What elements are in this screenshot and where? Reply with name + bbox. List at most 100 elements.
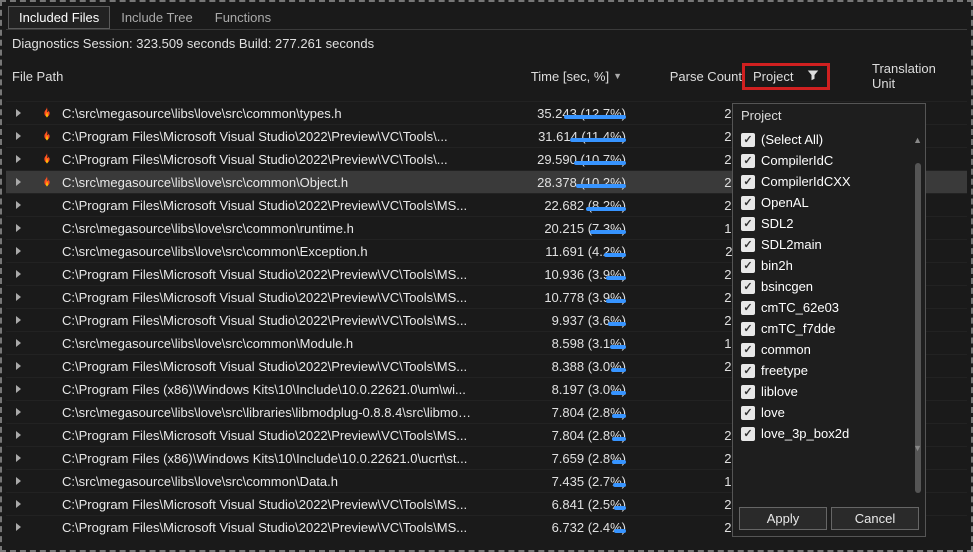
filter-item[interactable]: ✓love_3p_box2d: [739, 423, 919, 444]
tab-included-files[interactable]: Included Files: [8, 6, 110, 29]
file-path: C:\Program Files\Microsoft Visual Studio…: [62, 290, 476, 305]
sort-desc-icon: ▼: [613, 71, 622, 81]
filter-item[interactable]: ✓ CompilerIdC: [739, 150, 919, 171]
filter-item-label: bin2h: [761, 258, 793, 273]
checkbox-icon[interactable]: ✓: [741, 175, 755, 189]
checkbox-icon[interactable]: ✓: [741, 133, 755, 147]
flame-icon: [40, 106, 62, 120]
filter-item[interactable]: ✓ SDL2main: [739, 234, 919, 255]
expand-icon[interactable]: [16, 155, 40, 163]
expand-icon[interactable]: [16, 500, 40, 508]
header-project[interactable]: Project: [742, 61, 872, 91]
file-path: C:\Program Files\Microsoft Visual Studio…: [62, 198, 476, 213]
filter-item[interactable]: ✓ bin2h: [739, 255, 919, 276]
filter-item[interactable]: ✓cmTC_62e03: [739, 297, 919, 318]
header-translation-unit[interactable]: Translation Unit: [872, 61, 961, 91]
time-cell: 10.778 (3.9%): [476, 290, 656, 305]
expand-icon[interactable]: [16, 224, 40, 232]
expand-icon[interactable]: [16, 339, 40, 347]
expand-icon[interactable]: [16, 523, 40, 531]
expand-icon[interactable]: [16, 201, 40, 209]
cancel-button[interactable]: Cancel: [831, 507, 919, 530]
tab-include-tree[interactable]: Include Tree: [110, 6, 204, 29]
checkbox-icon[interactable]: ✓: [741, 259, 755, 273]
checkbox-icon[interactable]: ✓: [741, 217, 755, 231]
time-cell: 9.937 (3.6%): [476, 313, 656, 328]
expand-icon[interactable]: [16, 431, 40, 439]
expand-icon[interactable]: [16, 247, 40, 255]
project-filter-popup: Project ▲ ▼ ✓ (Select All) ✓ CompilerIdC ✓ Co…: [732, 103, 926, 537]
checkbox-icon[interactable]: ✓: [741, 154, 755, 168]
file-path: C:\src\megasource\libs\love\src\common\M…: [62, 336, 476, 351]
file-path: C:\Program Files\Microsoft Visual Studio…: [62, 428, 476, 443]
expand-icon[interactable]: [16, 477, 40, 485]
flame-icon: [40, 152, 62, 166]
filter-item[interactable]: ✓ cmTC_f7dde: [739, 318, 919, 339]
expand-icon[interactable]: [16, 408, 40, 416]
filter-item[interactable]: ✓ common: [739, 339, 919, 360]
time-cell: 29.590 (10.7%): [476, 152, 656, 167]
checkbox-icon[interactable]: ✓: [741, 343, 755, 357]
apply-button[interactable]: Apply: [739, 507, 827, 530]
time-cell: 8.598 (3.1%): [476, 336, 656, 351]
filter-item[interactable]: ✓ CompilerIdCXX: [739, 171, 919, 192]
checkbox-icon[interactable]: ✓: [741, 427, 755, 441]
filter-item-label: common: [761, 342, 811, 357]
time-cell: 8.388 (3.0%): [476, 359, 656, 374]
filter-icon: [807, 69, 819, 84]
time-cell: 20.215 (7.3%): [476, 221, 656, 236]
expand-icon[interactable]: [16, 178, 40, 186]
time-cell: 7.435 (2.7%): [476, 474, 656, 489]
time-cell: 10.936 (3.9%): [476, 267, 656, 282]
expand-icon[interactable]: [16, 270, 40, 278]
filter-item-label: CompilerIdCXX: [761, 174, 851, 189]
filter-item-label: freetype: [761, 363, 808, 378]
checkbox-icon[interactable]: ✓: [741, 406, 755, 420]
expand-icon[interactable]: [16, 293, 40, 301]
filter-header: Project: [733, 104, 925, 127]
filter-item[interactable]: ✓ love: [739, 402, 919, 423]
scroll-down-icon[interactable]: ▼: [913, 443, 922, 453]
filter-item[interactable]: ✓ (Select All): [739, 129, 919, 150]
filter-item-label: love: [761, 405, 785, 420]
expand-icon[interactable]: [16, 109, 40, 117]
file-path: C:\Program Files\Microsoft Visual Studio…: [62, 267, 476, 282]
file-path: C:\src\megasource\libs\love\src\common\t…: [62, 106, 476, 121]
header-time[interactable]: Time [sec, %] ▼: [472, 61, 652, 91]
file-path: C:\src\megasource\libs\love\src\common\D…: [62, 474, 476, 489]
tab-functions[interactable]: Functions: [204, 6, 282, 29]
expand-icon[interactable]: [16, 316, 40, 324]
flame-icon: [40, 129, 62, 143]
filter-item[interactable]: ✓OpenAL: [739, 192, 919, 213]
filter-item[interactable]: ✓liblove: [739, 381, 919, 402]
filter-item-label: CompilerIdC: [761, 153, 833, 168]
checkbox-icon[interactable]: ✓: [741, 238, 755, 252]
filter-item[interactable]: ✓ freetype: [739, 360, 919, 381]
header-parse-count[interactable]: Parse Count: [652, 61, 742, 91]
filter-item-label: cmTC_f7dde: [761, 321, 835, 336]
filter-item[interactable]: ✓SDL2: [739, 213, 919, 234]
flame-icon: [40, 175, 62, 189]
header-file-path[interactable]: File Path: [12, 61, 472, 91]
time-cell: 6.841 (2.5%): [476, 497, 656, 512]
expand-icon[interactable]: [16, 132, 40, 140]
expand-icon[interactable]: [16, 362, 40, 370]
scroll-up-icon[interactable]: ▲: [913, 135, 922, 145]
file-path: C:\Program Files (x86)\Windows Kits\10\I…: [62, 382, 476, 397]
expand-icon[interactable]: [16, 385, 40, 393]
checkbox-icon[interactable]: ✓: [741, 322, 755, 336]
filter-item-label: (Select All): [761, 132, 823, 147]
checkbox-icon[interactable]: ✓: [741, 385, 755, 399]
file-path: C:\src\megasource\libs\love\src\common\O…: [62, 175, 476, 190]
checkbox-icon[interactable]: ✓: [741, 364, 755, 378]
file-path: C:\Program Files\Microsoft Visual Studio…: [62, 520, 476, 535]
filter-item[interactable]: ✓bsincgen: [739, 276, 919, 297]
checkbox-icon[interactable]: ✓: [741, 280, 755, 294]
checkbox-icon[interactable]: ✓: [741, 196, 755, 210]
filter-item-label: SDL2main: [761, 237, 822, 252]
file-path: C:\Program Files\Microsoft Visual Studio…: [62, 497, 476, 512]
time-cell: 7.659 (2.8%): [476, 451, 656, 466]
file-path: C:\src\megasource\libs\love\src\common\r…: [62, 221, 476, 236]
checkbox-icon[interactable]: ✓: [741, 301, 755, 315]
expand-icon[interactable]: [16, 454, 40, 462]
